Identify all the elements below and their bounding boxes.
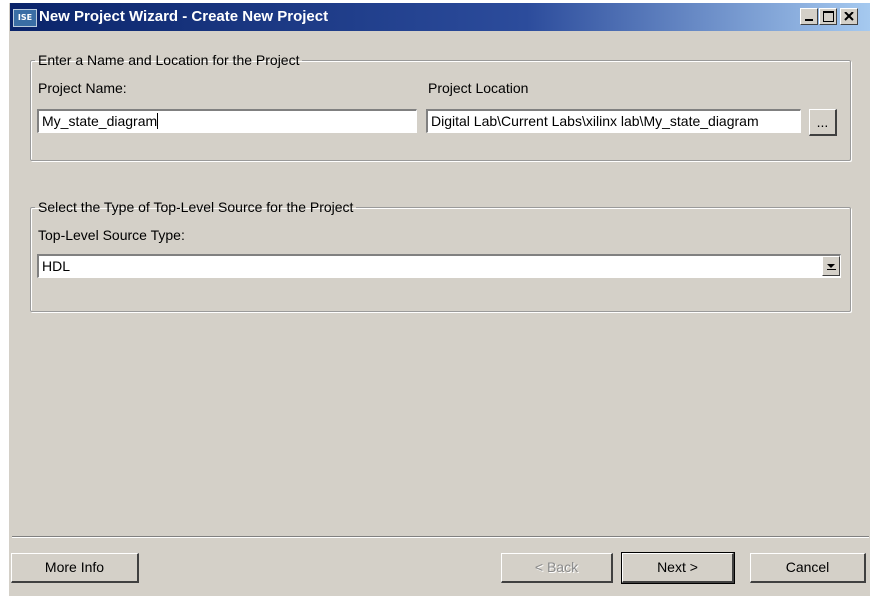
footer-separator — [12, 536, 869, 538]
cancel-button[interactable]: Cancel — [750, 553, 866, 583]
window-title: New Project Wizard - Create New Project — [39, 8, 329, 25]
ise-app-icon: ISE — [13, 9, 37, 27]
close-icon — [844, 12, 854, 21]
more-info-button[interactable]: More Info — [11, 553, 139, 583]
project-location-input[interactable]: Digital Lab\Current Labs\xilinx lab\My_s… — [426, 109, 801, 133]
close-button[interactable] — [840, 8, 858, 25]
project-location-label: Project Location — [428, 80, 529, 96]
name-location-group: Enter a Name and Location for the Projec… — [30, 52, 851, 161]
source-type-legend: Select the Type of Top-Level Source for … — [38, 199, 354, 215]
text-caret — [157, 113, 159, 129]
project-location-value: Digital Lab\Current Labs\xilinx lab\My_s… — [431, 113, 759, 129]
wizard-window: ISE New Project Wizard - Create New Proj… — [9, 3, 870, 596]
project-name-value: My_state_diagram — [42, 113, 158, 129]
chevron-down-icon[interactable] — [822, 256, 840, 276]
source-type-select[interactable]: HDL — [37, 254, 841, 278]
source-type-value: HDL — [42, 258, 71, 274]
project-name-label: Project Name: — [38, 80, 127, 96]
back-button: < Back — [501, 553, 613, 583]
next-button[interactable]: Next > — [621, 552, 735, 584]
browse-location-button[interactable]: ... — [809, 109, 837, 136]
minimize-button[interactable] — [800, 8, 818, 25]
name-location-legend: Enter a Name and Location for the Projec… — [38, 52, 300, 68]
source-type-label: Top-Level Source Type: — [38, 227, 185, 243]
project-name-input[interactable]: My_state_diagram — [37, 109, 417, 133]
title-bar[interactable]: ISE New Project Wizard - Create New Proj… — [10, 3, 870, 31]
maximize-button[interactable] — [819, 8, 837, 25]
